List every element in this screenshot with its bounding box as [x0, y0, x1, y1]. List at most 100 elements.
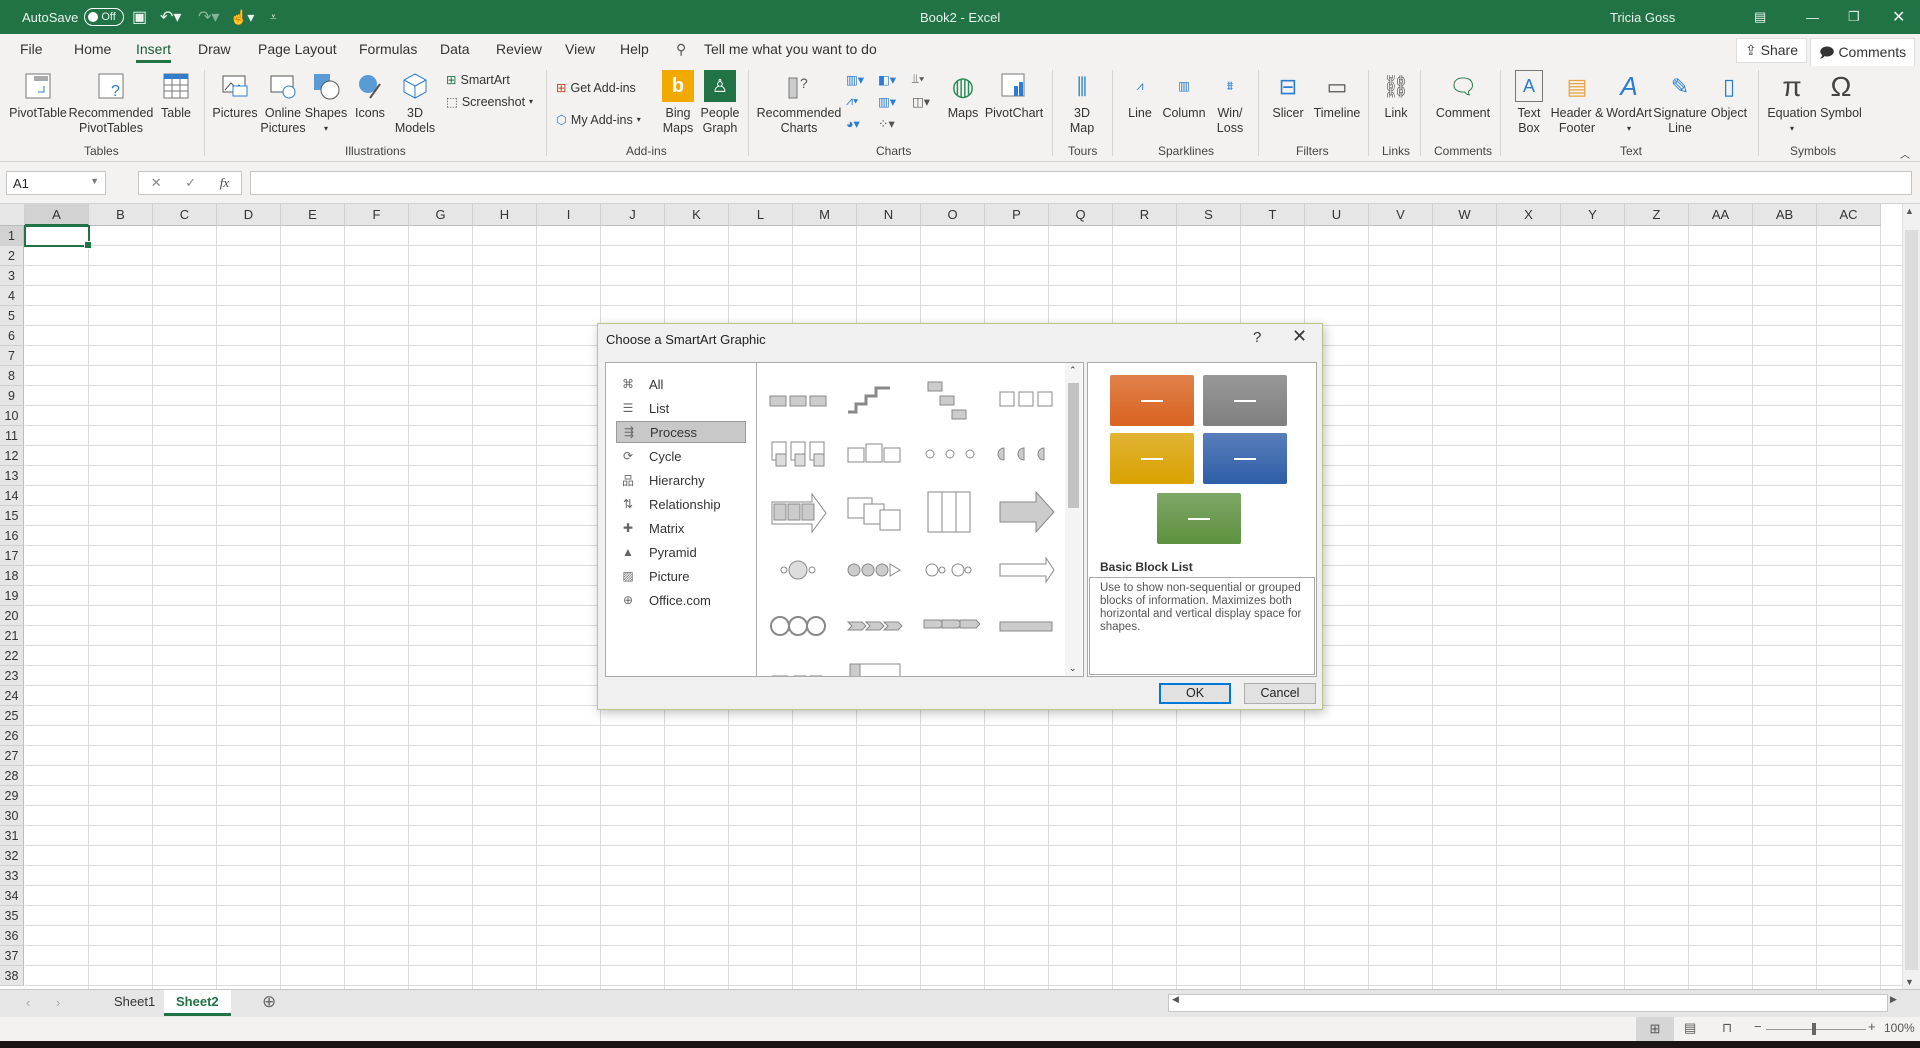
row-header[interactable]: 6 — [0, 326, 24, 346]
row-header[interactable]: 1 — [0, 226, 24, 246]
prev-sheet-icon[interactable]: ‹ — [26, 995, 30, 1010]
row-header[interactable]: 12 — [0, 446, 24, 466]
link-button[interactable]: ⛓ Link — [1376, 70, 1416, 121]
layout-thumbnail[interactable] — [843, 487, 905, 537]
column-header[interactable]: H — [473, 204, 537, 226]
add-sheet-icon[interactable]: ⊕ — [262, 992, 276, 1012]
layout-thumbnail[interactable] — [767, 487, 829, 537]
signature-line-button[interactable]: ✎ Signature Line — [1653, 70, 1707, 136]
layout-thumbnail[interactable] — [843, 431, 905, 481]
save-icon[interactable]: ▣ — [132, 0, 147, 34]
layout-thumbnail[interactable] — [767, 653, 829, 676]
row-header[interactable]: 26 — [0, 726, 24, 746]
insert-function-icon[interactable]: fx — [220, 175, 229, 191]
formula-input[interactable] — [250, 171, 1912, 195]
comment-button[interactable]: 🗨 Comment — [1430, 70, 1496, 121]
page-layout-view-icon[interactable]: ▤ — [1684, 1020, 1696, 1036]
column-header[interactable]: V — [1369, 204, 1433, 226]
my-addins-button[interactable]: ⬡ My Add-ins ▾ — [556, 112, 641, 128]
row-header[interactable]: 4 — [0, 286, 24, 306]
customize-qat-icon[interactable]: ⩡ — [270, 0, 277, 34]
layout-thumbnail[interactable] — [767, 601, 829, 651]
chevron-down-icon[interactable]: ▼ — [90, 176, 99, 186]
layout-thumbnail[interactable] — [767, 545, 829, 595]
autosave-toggle[interactable]: Off — [84, 8, 125, 26]
category-all[interactable]: ⌘ All — [616, 373, 746, 395]
sparkline-winloss-button[interactable]: ⩩ Win/ Loss — [1212, 70, 1248, 136]
zoom-out-icon[interactable]: − — [1754, 1019, 1762, 1034]
row-header[interactable]: 21 — [0, 626, 24, 646]
row-header[interactable]: 14 — [0, 486, 24, 506]
category-process[interactable]: ⇶ Process — [616, 421, 746, 443]
restore-icon[interactable]: ❐ — [1848, 0, 1860, 34]
column-chart-icon[interactable]: ▥▾ — [846, 72, 864, 87]
undo-icon[interactable]: ↶▾ — [160, 0, 181, 34]
pie-chart-icon[interactable]: ◕▾ — [846, 116, 860, 131]
people-graph-button[interactable]: ♙ People Graph — [700, 70, 740, 136]
column-header[interactable]: I — [537, 204, 601, 226]
sparkline-column-button[interactable]: ▥ Column — [1160, 70, 1208, 121]
layout-thumbnail[interactable] — [995, 545, 1057, 595]
touch-mode-icon[interactable]: ☝▾ — [230, 0, 254, 34]
scroll-down-icon[interactable]: ⌄ — [1069, 663, 1077, 674]
layout-thumbnail[interactable] — [919, 545, 981, 595]
row-header[interactable]: 9 — [0, 386, 24, 406]
row-header[interactable]: 33 — [0, 866, 24, 886]
zoom-in-icon[interactable]: + — [1868, 1019, 1876, 1034]
gallery-scroll-thumb[interactable] — [1068, 383, 1079, 508]
3d-map-button[interactable]: ⫼ 3D Map — [1062, 70, 1102, 136]
equation-button[interactable]: π Equation ▾ — [1764, 70, 1820, 136]
layout-thumbnail[interactable] — [995, 375, 1057, 425]
row-header[interactable]: 2 — [0, 246, 24, 266]
column-header[interactable]: B — [89, 204, 153, 226]
row-header[interactable]: 31 — [0, 826, 24, 846]
row-header[interactable]: 29 — [0, 786, 24, 806]
column-header[interactable]: Z — [1625, 204, 1689, 226]
category-picture[interactable]: ▨ Picture — [616, 565, 746, 587]
vertical-scroll-thumb[interactable] — [1905, 230, 1918, 970]
confirm-entry-icon[interactable]: ✓ — [185, 175, 196, 191]
column-header[interactable]: D — [217, 204, 281, 226]
column-header[interactable]: C — [153, 204, 217, 226]
tab-page-layout[interactable]: Page Layout — [258, 41, 337, 57]
layout-thumbnail[interactable] — [767, 375, 829, 425]
shapes-button[interactable]: Shapes ▾ — [305, 70, 347, 136]
horizontal-scrollbar[interactable] — [1168, 994, 1888, 1012]
column-header[interactable]: T — [1241, 204, 1305, 226]
scroll-up-icon[interactable]: ▲ — [1905, 206, 1914, 216]
object-button[interactable]: ▯ Object — [1708, 70, 1750, 121]
sparkline-line-button[interactable]: ⩘ Line — [1122, 70, 1158, 121]
close-icon[interactable]: ✕ — [1292, 326, 1307, 347]
row-header[interactable]: 10 — [0, 406, 24, 426]
tab-view[interactable]: View — [565, 41, 595, 57]
column-header[interactable]: W — [1433, 204, 1497, 226]
ok-button[interactable]: OK — [1159, 683, 1231, 704]
column-header[interactable]: O — [921, 204, 985, 226]
column-header[interactable]: F — [345, 204, 409, 226]
column-header[interactable]: U — [1305, 204, 1369, 226]
name-box[interactable]: A1 ▼ — [6, 171, 106, 195]
layout-thumbnail[interactable] — [919, 431, 981, 481]
line-chart-icon[interactable]: ⩘▾ — [846, 94, 858, 109]
category-relationship[interactable]: ⇅ Relationship — [616, 493, 746, 515]
tab-help[interactable]: Help — [620, 41, 649, 57]
slicer-button[interactable]: ⊟ Slicer — [1268, 70, 1308, 121]
layout-thumbnail[interactable] — [919, 375, 981, 425]
row-header[interactable]: 8 — [0, 366, 24, 386]
normal-view-icon[interactable]: ⊞ — [1636, 1017, 1674, 1041]
zoom-level[interactable]: 100% — [1884, 1021, 1915, 1035]
pictures-button[interactable]: Pictures — [212, 70, 258, 121]
select-all-corner[interactable] — [0, 204, 25, 226]
tab-formulas[interactable]: Formulas — [359, 41, 417, 57]
hierarchy-chart-icon[interactable]: ◧▾ — [878, 72, 896, 87]
row-header[interactable]: 34 — [0, 886, 24, 906]
row-header[interactable]: 7 — [0, 346, 24, 366]
autosave[interactable]: AutoSave Off — [22, 0, 125, 34]
column-header[interactable]: AC — [1817, 204, 1881, 226]
row-header[interactable]: 35 — [0, 906, 24, 926]
row-header[interactable]: 22 — [0, 646, 24, 666]
get-addins-button[interactable]: ⊞ Get Add-ins — [556, 80, 636, 96]
recommended-charts-button[interactable]: ? Recommended Charts — [756, 70, 842, 136]
row-header[interactable]: 27 — [0, 746, 24, 766]
tab-file[interactable]: File — [20, 41, 43, 57]
